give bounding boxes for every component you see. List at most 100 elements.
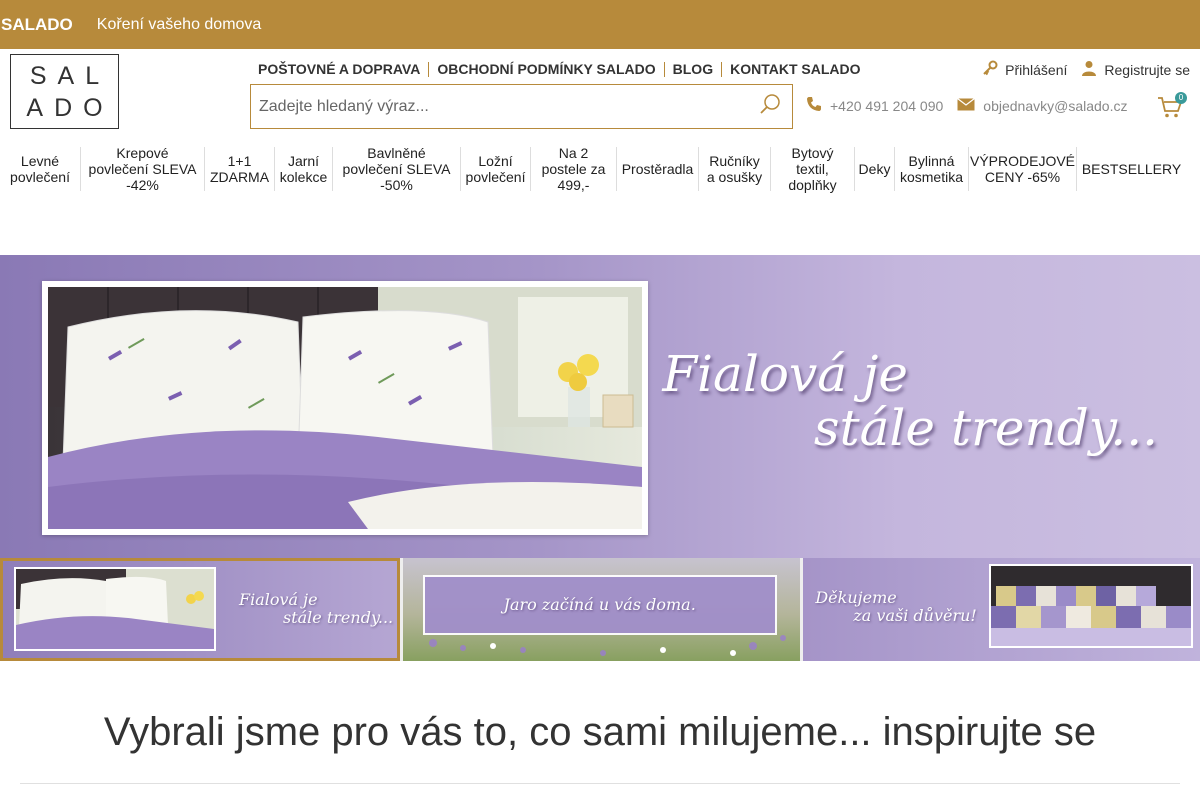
email-contact[interactable]: objednavky@salado.cz [957, 98, 1127, 114]
hero-photo-frame [42, 281, 648, 535]
phone-contact[interactable]: +420 491 204 090 [806, 96, 943, 115]
envelope-icon [957, 97, 976, 114]
login-link[interactable]: Přihlášení [982, 60, 1067, 79]
menu-item-label: Ručníky a osušky [707, 153, 762, 185]
menu-item-label-line: a osušky [706, 169, 763, 185]
menu-item-label-line: Deky [858, 161, 891, 177]
menu-item-14[interactable]: BESTSELLERY [1076, 147, 1186, 191]
user-icon [1081, 60, 1097, 79]
menu-item-label: Jarní kolekce [280, 153, 327, 185]
menu-item-5[interactable]: Bavlněné povlečení SLEVA -50% [332, 145, 460, 193]
menu-item-label: VÝPRODEJOVÉ CENY -65% [970, 153, 1075, 185]
link-contact[interactable]: KONTAKT SALADO [721, 61, 868, 77]
menu-item-label-line: Bylinná [908, 153, 955, 169]
search-box [250, 84, 793, 129]
menu-item-3[interactable]: 1+1 ZDARMA [204, 147, 274, 191]
menu-item-9[interactable]: Ručníky a osušky [698, 147, 770, 191]
thumbnail-2[interactable]: Jaro začíná u vás doma. [402, 558, 801, 661]
menu-item-label-line: Krepové [116, 145, 169, 161]
thumbnail-1-caption-line-2: stále trendy... [283, 608, 394, 627]
menu-item-label-line: VÝPRODEJOVÉ [969, 153, 1076, 169]
thumbnail-2-caption: Jaro začíná u vás doma. [503, 595, 696, 614]
menu-item-label: Krepové povlečení SLEVA -42% [89, 145, 197, 193]
menu-item-label-line: Levné [20, 153, 60, 169]
menu-item-label-line: povlečení SLEVA [88, 161, 197, 177]
link-blog[interactable]: BLOG [663, 61, 721, 77]
link-shipping[interactable]: POŠTOVNÉ A DOPRAVA [250, 61, 428, 77]
menu-item-12[interactable]: Bylinná kosmetika [894, 147, 968, 191]
menu-item-10[interactable]: Bytový textil, doplňky [770, 145, 854, 193]
cart-button[interactable]: 0 [1157, 92, 1187, 124]
logo-line-2: ADO [26, 93, 114, 122]
menu-item-8[interactable]: Prostěradla [616, 147, 698, 191]
email-address: objednavky@salado.cz [983, 97, 1128, 114]
menu-item-label-line: -42% [126, 177, 159, 193]
register-link[interactable]: Registrujte se [1081, 60, 1190, 79]
brand-name[interactable]: SALADO [1, 15, 73, 35]
thumbnail-3-caption-line-2: za vaši důvěru! [853, 606, 977, 625]
menu-item-label: Na 2 postele za 499,- [542, 145, 606, 193]
menu-item-label: Bylinná kosmetika [900, 153, 963, 185]
menu-item-label-line: CENY -65% [984, 169, 1061, 185]
menu-item-6[interactable]: Ložní povlečení [460, 147, 530, 191]
menu-item-label-line: ZDARMA [209, 169, 270, 185]
search-button[interactable] [748, 85, 792, 128]
menu-item-label-line: doplňky [788, 177, 837, 193]
menu-item-label-line: Ručníky [709, 153, 760, 169]
main-menu: Levné povlečení Krepové povlečení SLEVA -42%… [0, 141, 1200, 197]
menu-item-13[interactable]: VÝPRODEJOVÉ CENY -65% [968, 147, 1076, 191]
menu-item-label-line: kosmetika [899, 169, 964, 185]
menu-item-label-line: Bytový [791, 145, 834, 161]
logo[interactable]: SAL ADO [10, 54, 119, 129]
logo-line-1: SAL [29, 61, 111, 90]
menu-item-label: BESTSELLERY [1082, 161, 1181, 177]
menu-item-label-line: BESTSELLERY [1081, 161, 1182, 177]
menu-item-label: Bytový textil, doplňky [788, 145, 836, 193]
menu-item-label: Ložní povlečení [466, 153, 526, 185]
menu-item-11[interactable]: Deky [854, 147, 894, 191]
menu-item-2[interactable]: Krepové povlečení SLEVA -42% [80, 145, 204, 193]
key-icon [982, 60, 998, 79]
phone-icon [806, 96, 822, 115]
account-links: Přihlášení Registrujte se [982, 60, 1190, 79]
menu-item-label-line: textil, [796, 161, 829, 177]
menu-item-label-line: Prostěradla [621, 161, 694, 177]
hero-headline: Fialová je stále trendy... [662, 347, 1158, 455]
menu-item-label-line: 499,- [557, 177, 590, 193]
register-label: Registrujte se [1104, 61, 1190, 78]
search-icon [759, 93, 781, 120]
menu-item-label-line: povlečení SLEVA [342, 161, 451, 177]
bedding-photo [48, 287, 642, 529]
menu-item-4[interactable]: Jarní kolekce [274, 147, 332, 191]
thumbnail-3-caption: Děkujeme za vaši důvěru! [815, 589, 976, 625]
hero-headline-line-1: Fialová je [662, 345, 908, 403]
top-bar: SALADO Koření vašeho domova [0, 0, 1200, 49]
menu-item-label: Bavlněné povlečení SLEVA -50% [343, 145, 451, 193]
menu-item-label-line: Bavlněné [367, 145, 426, 161]
menu-item-label-line: postele za [541, 161, 606, 177]
menu-item-7[interactable]: Na 2 postele za 499,- [530, 145, 616, 193]
menu-item-label-line: Jarní [287, 153, 320, 169]
menu-item-label-line: 1+1 [227, 153, 252, 169]
menu-item-label: Levné povlečení [10, 153, 70, 185]
divider [20, 783, 1180, 784]
thumbnail-3[interactable]: Děkujeme za vaši důvěru! [803, 558, 1200, 661]
menu-item-label: 1+1 ZDARMA [210, 153, 269, 185]
login-label: Přihlášení [1005, 61, 1068, 78]
thumbnail-3-photo [989, 564, 1194, 648]
menu-item-label-line: kolekce [279, 169, 328, 185]
hero-banner[interactable]: Fialová je stále trendy... [0, 255, 1200, 558]
menu-item-label-line: Ložní [478, 153, 513, 169]
search-input[interactable] [251, 86, 748, 127]
menu-item-label-line: povlečení [10, 169, 70, 185]
link-terms[interactable]: OBCHODNÍ PODMÍNKY SALADO [428, 61, 663, 77]
thumbnail-1-photo [14, 567, 216, 651]
menu-item-1[interactable]: Levné povlečení [0, 147, 80, 191]
menu-item-label-line: -50% [380, 177, 413, 193]
thumbnail-1[interactable]: Fialová je stále trendy... [0, 558, 400, 661]
top-links: POŠTOVNÉ A DOPRAVA OBCHODNÍ PODMÍNKY SAL… [250, 60, 869, 78]
menu-item-label-line: Na 2 [558, 145, 589, 161]
thumbnail-1-caption-line-1: Fialová je [239, 590, 318, 609]
cart-icon [1157, 97, 1183, 124]
phone-number: +420 491 204 090 [830, 97, 944, 114]
